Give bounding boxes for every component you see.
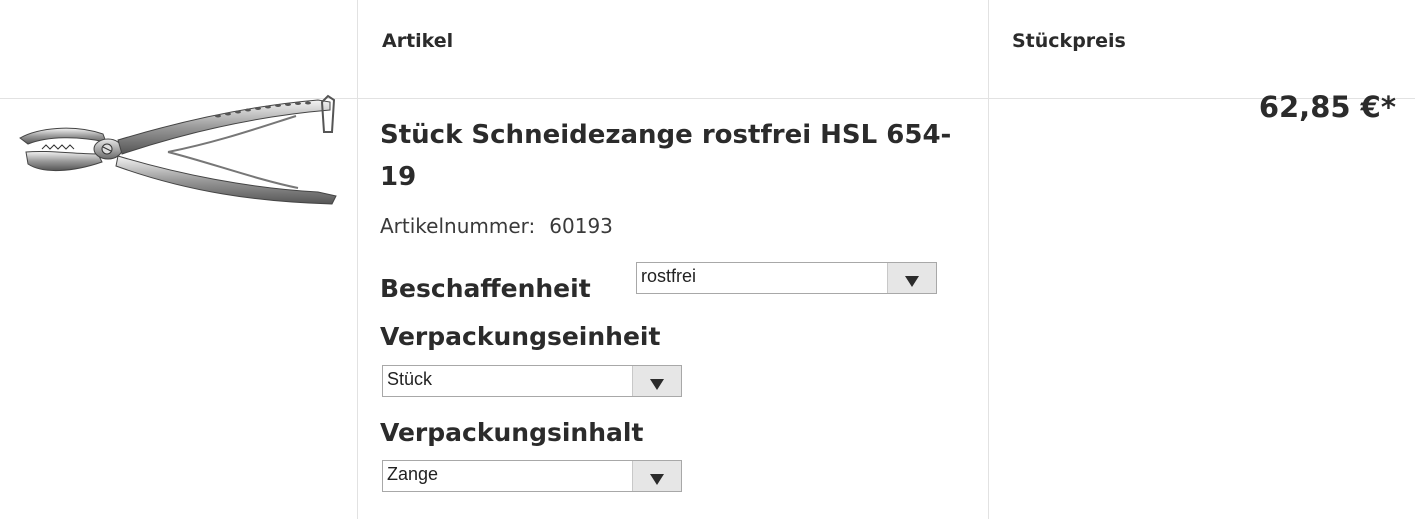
- dropdown-arrow-icon[interactable]: [632, 461, 681, 491]
- product-image[interactable]: [18, 92, 338, 210]
- article-number-value: 60193: [549, 214, 613, 238]
- product-title[interactable]: Stück Schneidezange rostfrei HSL 654-19: [380, 114, 960, 198]
- verpackungsinhalt-label: Verpackungsinhalt: [380, 418, 644, 447]
- unit-price: 62,85 €*: [1258, 90, 1396, 124]
- verpackungseinheit-select[interactable]: Stück: [382, 365, 682, 397]
- verpackungsinhalt-selected-value: Zange: [387, 464, 439, 484]
- verpackungsinhalt-select[interactable]: Zange: [382, 460, 682, 492]
- column-header-article: Artikel: [382, 30, 454, 52]
- column-divider-price: [988, 0, 989, 519]
- cart-table: [0, 0, 1415, 519]
- verpackungseinheit-label: Verpackungseinheit: [380, 322, 661, 351]
- beschaffenheit-label: Beschaffenheit: [380, 274, 591, 303]
- verpackungseinheit-selected-value: Stück: [387, 369, 433, 389]
- beschaffenheit-selected-value: rostfrei: [641, 266, 697, 286]
- dropdown-arrow-icon[interactable]: [887, 263, 936, 293]
- column-header-unit-price: Stückpreis: [1012, 30, 1126, 52]
- article-number-label: Artikelnummer:: [380, 214, 536, 238]
- dropdown-arrow-icon[interactable]: [632, 366, 681, 396]
- article-number: Artikelnummer: 60193: [380, 214, 613, 238]
- beschaffenheit-select[interactable]: rostfrei: [636, 262, 937, 294]
- column-divider-image: [357, 0, 358, 519]
